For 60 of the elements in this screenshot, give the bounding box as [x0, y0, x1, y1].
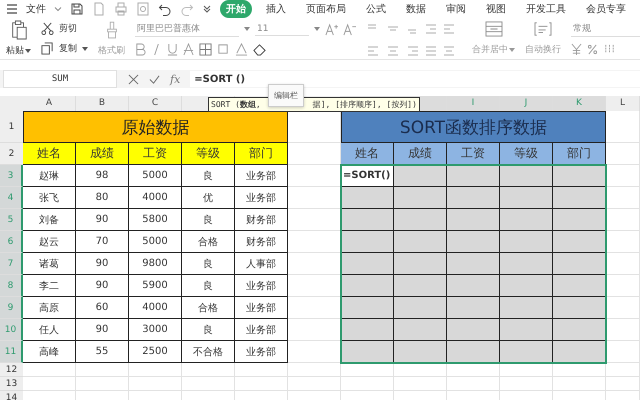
table-cell: 人事部 — [235, 253, 288, 275]
table-header-cell: 部门 — [553, 143, 606, 165]
table-cell: 财务部 — [235, 231, 288, 253]
table-cell: 70 — [76, 231, 129, 253]
table-cell: 5800 — [129, 209, 182, 231]
table-cell: 财务部 — [235, 209, 288, 231]
table-cell: 业务部 — [235, 187, 288, 209]
table-cell: 9800 — [129, 253, 182, 275]
table-header-cell: 姓名 — [23, 143, 76, 165]
table-cell: 刘备 — [23, 209, 76, 231]
formula-bar-tooltip: 编辑栏 — [268, 84, 304, 107]
syntax-text: SORT (数组, — [211, 99, 261, 110]
table-cell: 60 — [76, 297, 129, 319]
table-cell: 5900 — [129, 275, 182, 297]
table-cell: 诸葛 — [23, 253, 76, 275]
table-cell: 业务部 — [235, 275, 288, 297]
table-cell: 合格 — [182, 297, 235, 319]
table-cell: 业务部 — [235, 341, 288, 363]
table-cell: 高原 — [23, 297, 76, 319]
table-cell: 80 — [76, 187, 129, 209]
table-cell: 4000 — [129, 187, 182, 209]
table-header-cell: 工资 — [129, 143, 182, 165]
table-cell: 90 — [76, 275, 129, 297]
table-cell: 合格 — [182, 231, 235, 253]
table-header-cell: 部门 — [235, 143, 288, 165]
table-cell: 优 — [182, 187, 235, 209]
table-header-cell: 成绩 — [76, 143, 129, 165]
table-cell: 3000 — [129, 319, 182, 341]
table-cell: 良 — [182, 275, 235, 297]
table-cell: 良 — [182, 165, 235, 187]
table-cell: 赵琳 — [23, 165, 76, 187]
table-cell: 良 — [182, 209, 235, 231]
table-header-cell: 姓名 — [341, 143, 394, 165]
table-header-cell: 等级 — [182, 143, 235, 165]
table-title: SORT函数排序数据 — [341, 111, 606, 143]
table-header-cell: 工资 — [447, 143, 500, 165]
table-cell: 任人 — [23, 319, 76, 341]
table-cell: 李二 — [23, 275, 76, 297]
table-cell: 90 — [76, 253, 129, 275]
table-cell: 业务部 — [235, 297, 288, 319]
table-cell: 良 — [182, 319, 235, 341]
table-cell: 不合格 — [182, 341, 235, 363]
syntax-text: 据], [排序顺序], [按列]) — [312, 99, 417, 110]
table-cell: 张飞 — [23, 187, 76, 209]
table-cell: 98 — [76, 165, 129, 187]
table-cell: 业务部 — [235, 319, 288, 341]
table-cell: 90 — [76, 209, 129, 231]
table-cell: 5000 — [129, 231, 182, 253]
table-cell: 4000 — [129, 297, 182, 319]
table-cell: 55 — [76, 341, 129, 363]
table-cell: 高峰 — [23, 341, 76, 363]
table-cell: 良 — [182, 253, 235, 275]
table-header-cell: 成绩 — [394, 143, 447, 165]
table-cell: 赵云 — [23, 231, 76, 253]
table-cell: 业务部 — [235, 165, 288, 187]
table-cell: 90 — [76, 319, 129, 341]
table-header-cell: 等级 — [500, 143, 553, 165]
table-cell: 2500 — [129, 341, 182, 363]
table-cell: 5000 — [129, 165, 182, 187]
table-title: 原始数据 — [23, 111, 288, 143]
